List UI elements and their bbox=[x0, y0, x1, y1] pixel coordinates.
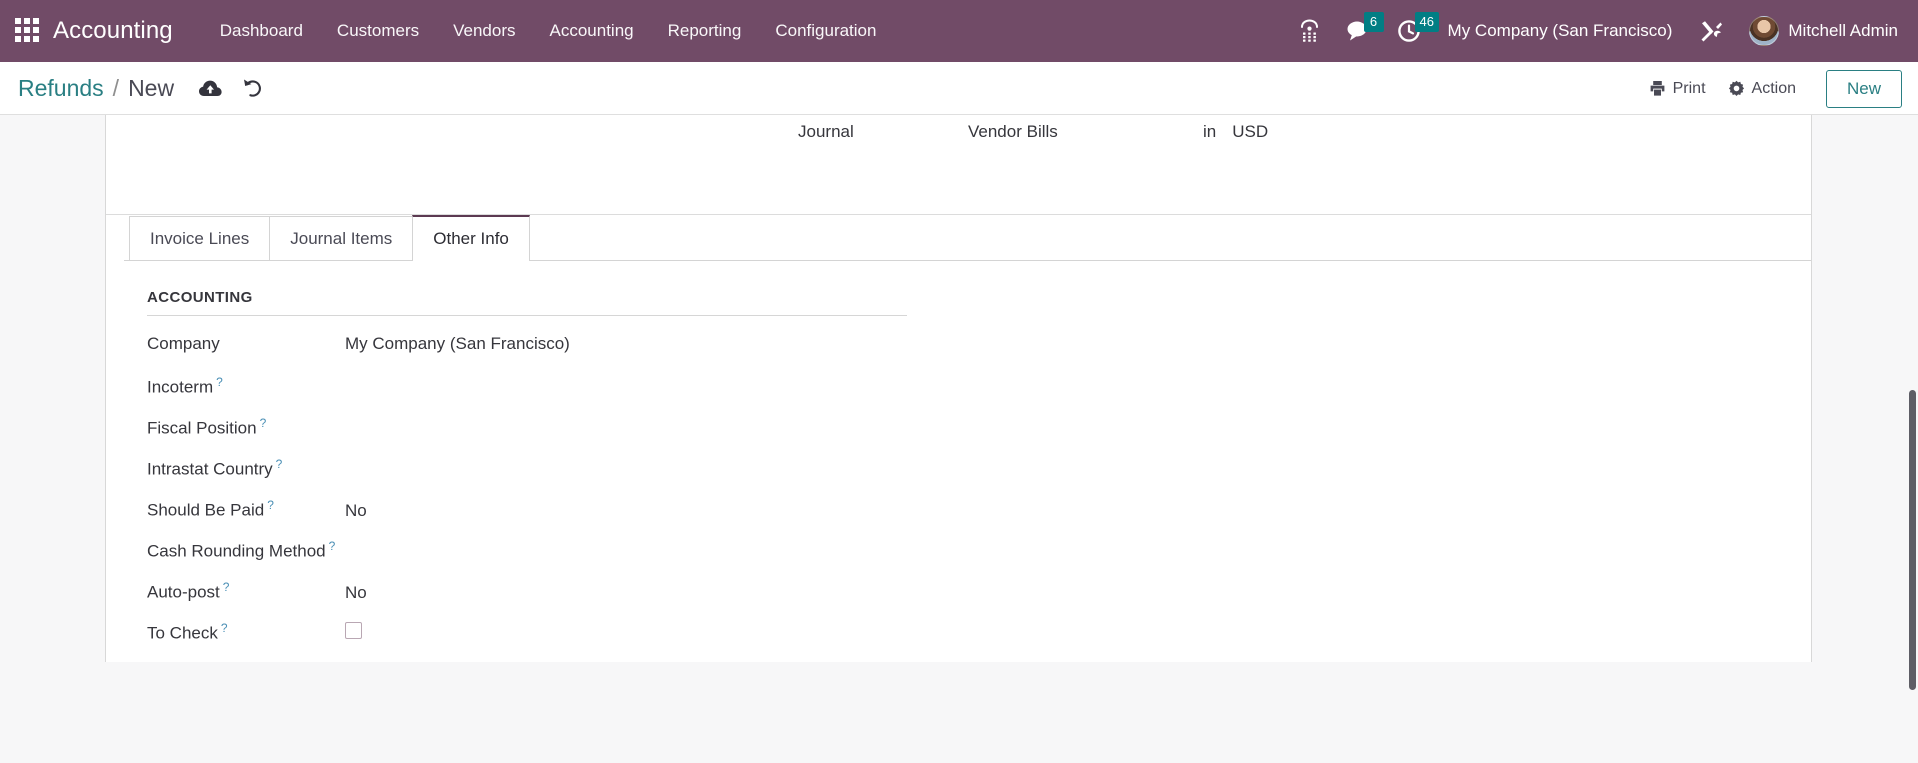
field-label-company: Company bbox=[147, 334, 345, 354]
form-sheet: Journal Vendor Bills in USD Invoice Line… bbox=[105, 115, 1812, 662]
field-value-should-be-paid[interactable]: No bbox=[345, 501, 367, 521]
app-brand-accounting[interactable]: Accounting bbox=[53, 17, 173, 45]
messages-badge-count: 6 bbox=[1363, 12, 1384, 32]
record-actions bbox=[198, 78, 263, 98]
scrollbar-thumb[interactable] bbox=[1909, 390, 1916, 690]
field-label-intrastat-country: Intrastat Country? bbox=[147, 457, 345, 480]
top-fields-region: Journal Vendor Bills in USD bbox=[106, 115, 1811, 215]
company-switcher[interactable]: My Company (San Francisco) bbox=[1434, 21, 1687, 41]
activities-counter[interactable]: 46 bbox=[1384, 0, 1440, 62]
avatar bbox=[1749, 16, 1780, 46]
control-panel-right: Print Action New bbox=[1649, 62, 1902, 115]
menu-item-dashboard[interactable]: Dashboard bbox=[203, 2, 320, 60]
field-label-cash-rounding-method: Cash Rounding Method? bbox=[147, 539, 345, 562]
field-row-auto-post: Auto-post? No bbox=[147, 580, 1811, 621]
navbar-right-group: 6 46 My Company (San Francisco) Mitchell… bbox=[1286, 0, 1918, 62]
field-row-intrastat-country: Intrastat Country? bbox=[147, 457, 1811, 498]
messages-counter[interactable]: 6 bbox=[1333, 0, 1384, 62]
field-label-should-be-paid: Should Be Paid? bbox=[147, 498, 345, 521]
currency-in-word: in bbox=[1203, 122, 1217, 141]
field-value-to-check bbox=[345, 621, 362, 644]
label-text-to-check: To Check bbox=[147, 623, 218, 643]
help-icon-should-be-paid[interactable]: ? bbox=[267, 498, 274, 512]
breadcrumb-current-new: New bbox=[128, 74, 175, 101]
breadcrumb: Refunds / New bbox=[18, 75, 174, 102]
breadcrumb-separator: / bbox=[112, 74, 120, 101]
new-button[interactable]: New bbox=[1825, 69, 1902, 108]
menu-item-configuration[interactable]: Configuration bbox=[758, 2, 893, 60]
action-label: Action bbox=[1751, 79, 1796, 97]
currency-value[interactable]: USD bbox=[1232, 122, 1268, 142]
voip-dialpad-icon[interactable] bbox=[1286, 0, 1333, 62]
journal-field-row: Journal Vendor Bills in USD bbox=[798, 122, 1268, 142]
main-menu: Dashboard Customers Vendors Accounting R… bbox=[203, 2, 894, 60]
field-row-incoterm: Incoterm? bbox=[147, 375, 1811, 416]
field-row-to-check: To Check? bbox=[147, 621, 1811, 662]
field-label-incoterm: Incoterm? bbox=[147, 375, 345, 398]
top-navbar: Accounting Dashboard Customers Vendors A… bbox=[0, 0, 1918, 62]
label-text-auto-post: Auto-post bbox=[147, 582, 220, 602]
apps-grid-icon[interactable] bbox=[15, 18, 41, 44]
accounting-fields: Company My Company (San Francisco) Incot… bbox=[147, 334, 1811, 662]
field-row-fiscal-position: Fiscal Position? bbox=[147, 416, 1811, 457]
wrench-screwdriver-icon[interactable] bbox=[1686, 0, 1737, 62]
help-icon-incoterm[interactable]: ? bbox=[216, 375, 223, 389]
menu-item-reporting[interactable]: Reporting bbox=[651, 2, 759, 60]
accounting-group-title: ACCOUNTING bbox=[147, 289, 907, 316]
field-row-cash-rounding-method: Cash Rounding Method? bbox=[147, 539, 1811, 580]
help-icon-fiscal-position[interactable]: ? bbox=[260, 416, 267, 430]
print-label: Print bbox=[1672, 79, 1706, 97]
journal-value[interactable]: Vendor Bills bbox=[968, 122, 1203, 142]
label-text-incoterm: Incoterm bbox=[147, 377, 214, 397]
help-icon-cash-rounding-method[interactable]: ? bbox=[329, 539, 336, 553]
user-menu[interactable]: Mitchell Admin bbox=[1737, 16, 1904, 46]
other-info-panel: ACCOUNTING Company My Company (San Franc… bbox=[124, 261, 1811, 662]
tab-invoice-lines[interactable]: Invoice Lines bbox=[129, 216, 271, 260]
label-text-fiscal-position: Fiscal Position bbox=[147, 418, 257, 438]
printer-icon bbox=[1650, 81, 1665, 96]
notebook-tabs: Invoice Lines Journal Items Other Info bbox=[124, 215, 1811, 261]
action-button[interactable]: Action bbox=[1728, 80, 1796, 98]
field-value-company[interactable]: My Company (San Francisco) bbox=[345, 334, 570, 354]
help-icon-auto-post[interactable]: ? bbox=[223, 580, 230, 594]
breadcrumb-item-refunds[interactable]: Refunds bbox=[18, 75, 104, 102]
field-label-auto-post: Auto-post? bbox=[147, 580, 345, 603]
field-label-fiscal-position: Fiscal Position? bbox=[147, 416, 345, 439]
journal-label: Journal bbox=[798, 122, 854, 141]
page-body: Journal Vendor Bills in USD Invoice Line… bbox=[0, 115, 1918, 763]
menu-item-accounting[interactable]: Accounting bbox=[533, 2, 651, 60]
label-text-cash-rounding-method: Cash Rounding Method bbox=[147, 541, 326, 561]
menu-item-customers[interactable]: Customers bbox=[320, 2, 436, 60]
label-text-intrastat-country: Intrastat Country bbox=[147, 459, 273, 479]
field-row-should-be-paid: Should Be Paid? No bbox=[147, 498, 1811, 539]
to-check-checkbox[interactable] bbox=[345, 621, 362, 639]
tab-journal-items[interactable]: Journal Items bbox=[269, 216, 414, 260]
help-icon-intrastat-country[interactable]: ? bbox=[276, 457, 283, 471]
gear-icon bbox=[1728, 80, 1744, 96]
field-label-to-check: To Check? bbox=[147, 621, 345, 644]
tab-other-info[interactable]: Other Info bbox=[412, 215, 530, 261]
vertical-scrollbar[interactable] bbox=[1905, 115, 1918, 763]
menu-item-vendors[interactable]: Vendors bbox=[436, 2, 532, 60]
control-panel: Refunds / New Print Action New bbox=[0, 62, 1918, 115]
undo-arrow-icon[interactable] bbox=[241, 78, 263, 98]
field-row-company: Company My Company (San Francisco) bbox=[147, 334, 1811, 375]
activities-badge-count: 46 bbox=[1414, 12, 1440, 32]
label-text-should-be-paid: Should Be Paid bbox=[147, 500, 265, 520]
print-button[interactable]: Print bbox=[1649, 80, 1706, 98]
label-text-company: Company bbox=[147, 334, 220, 353]
notebook: Invoice Lines Journal Items Other Info A… bbox=[106, 215, 1811, 662]
field-value-auto-post[interactable]: No bbox=[345, 583, 367, 603]
cloud-upload-icon[interactable] bbox=[198, 79, 223, 98]
user-name-label: Mitchell Admin bbox=[1788, 21, 1898, 40]
help-icon-to-check[interactable]: ? bbox=[221, 621, 228, 635]
